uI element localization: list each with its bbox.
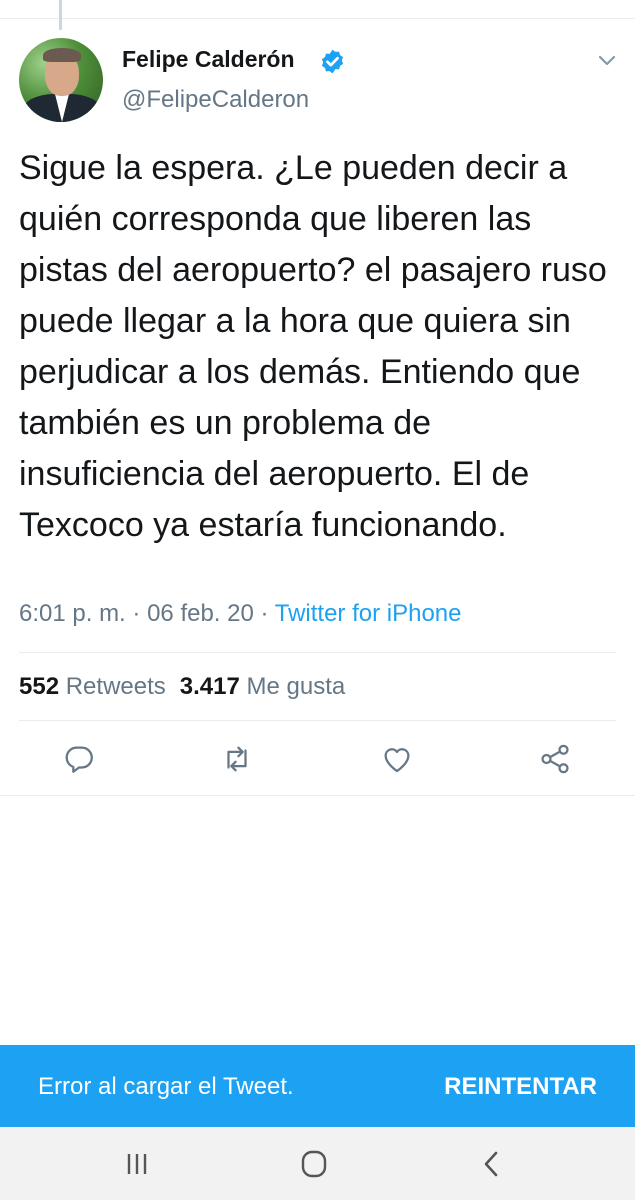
likes-stat[interactable]: 3.417 Me gusta xyxy=(180,673,345,700)
author-handle[interactable]: @FelipeCalderon xyxy=(122,86,309,114)
divider xyxy=(19,652,616,653)
home-icon[interactable] xyxy=(294,1147,334,1181)
error-snackbar: Error al cargar el Tweet. REINTENTAR xyxy=(0,1045,635,1127)
author-name[interactable]: Felipe Calderón xyxy=(122,46,295,73)
divider xyxy=(0,795,635,796)
retweets-stat[interactable]: 552 Retweets xyxy=(19,673,166,700)
divider xyxy=(19,720,616,721)
thread-line xyxy=(59,0,62,30)
heart-icon[interactable] xyxy=(380,742,414,776)
meta-separator: · xyxy=(132,600,141,627)
likes-label: Me gusta xyxy=(246,673,346,700)
retweet-icon[interactable] xyxy=(220,742,254,776)
back-icon[interactable] xyxy=(471,1147,511,1181)
avatar[interactable] xyxy=(19,38,103,122)
tweet-stats: 552 Retweets 3.417 Me gusta xyxy=(19,673,345,701)
recent-apps-icon[interactable] xyxy=(117,1147,157,1181)
like-count: 3.417 xyxy=(179,673,240,700)
verified-badge-icon xyxy=(321,49,344,74)
system-nav-bar xyxy=(0,1127,635,1200)
error-message: Error al cargar el Tweet. xyxy=(38,1073,294,1100)
chevron-down-icon[interactable] xyxy=(595,50,619,70)
top-divider xyxy=(0,18,635,19)
retweet-count: 552 xyxy=(19,673,60,700)
retweets-label: Retweets xyxy=(65,673,166,700)
tweet-text: Sigue la espera. ¿Le pueden decir a quié… xyxy=(19,149,607,544)
share-icon[interactable] xyxy=(538,742,572,776)
tweet-time: 6:01 p. m. xyxy=(19,600,126,627)
retry-button[interactable]: REINTENTAR xyxy=(444,1073,597,1101)
tweet-date: 06 feb. 20 xyxy=(147,600,254,627)
tweet-source-link[interactable]: Twitter for iPhone xyxy=(275,600,462,627)
tweet-meta: 6:01 p. m. · 06 feb. 20 · Twitter for iP… xyxy=(19,600,462,628)
meta-separator: · xyxy=(260,600,269,627)
reply-icon[interactable] xyxy=(62,742,96,776)
